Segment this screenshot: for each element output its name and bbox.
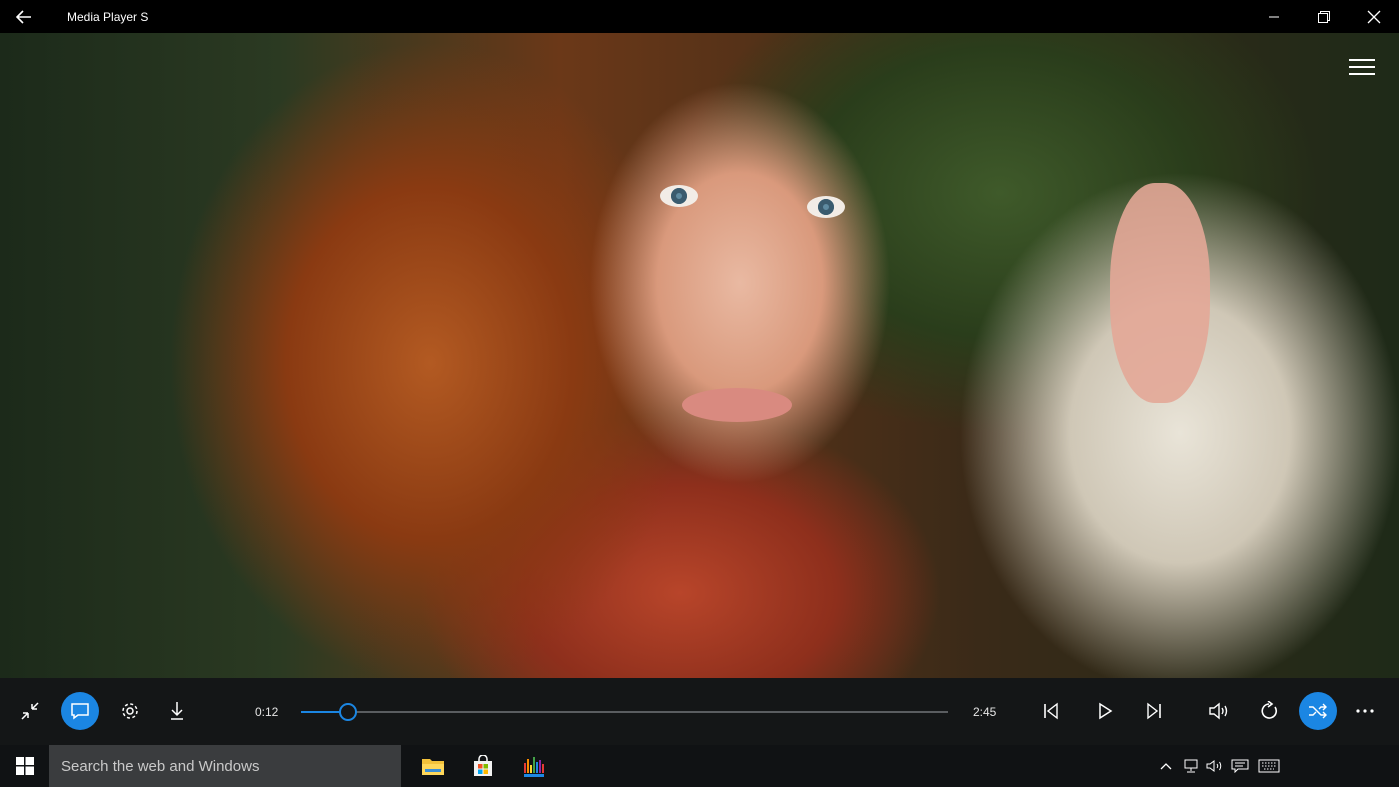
file-explorer-icon[interactable]	[409, 745, 457, 787]
window-title: Media Player S	[67, 9, 149, 24]
skip-previous-icon[interactable]	[1032, 692, 1070, 730]
play-icon[interactable]	[1086, 692, 1124, 730]
chevron-up-icon[interactable]	[1155, 745, 1177, 787]
skip-next-icon[interactable]	[1135, 692, 1173, 730]
total-duration: 2:45	[973, 705, 997, 719]
video-detail-hand	[1110, 183, 1210, 403]
video-detail-lips	[682, 388, 792, 422]
window-controls	[1249, 0, 1399, 33]
more-options-icon[interactable]	[1346, 692, 1384, 730]
volume-icon[interactable]	[1200, 692, 1238, 730]
hamburger-menu-icon[interactable]	[1349, 59, 1375, 79]
seek-bar[interactable]	[301, 703, 948, 721]
speaker-icon[interactable]	[1204, 745, 1226, 787]
windows-start-icon[interactable]	[0, 745, 49, 787]
taskbar-search-box[interactable]: Search the web and Windows	[49, 745, 401, 787]
video-detail-left-eye	[660, 185, 698, 207]
video-detail-right-eye	[807, 196, 845, 218]
download-icon[interactable]	[158, 692, 196, 730]
elapsed-time: 0:12	[255, 705, 279, 719]
close-icon[interactable]	[1349, 0, 1399, 33]
player-controls: 0:12 2:45	[0, 678, 1399, 745]
subtitles-icon[interactable]	[61, 692, 99, 730]
action-center-icon[interactable]	[1229, 745, 1251, 787]
seek-thumb[interactable]	[339, 703, 358, 721]
video-frame[interactable]	[0, 33, 1399, 678]
exit-fullscreen-icon[interactable]	[11, 692, 49, 730]
restore-icon[interactable]	[1299, 0, 1349, 33]
back-arrow-icon[interactable]	[0, 0, 48, 33]
media-player-app-icon[interactable]	[511, 745, 559, 787]
title-bar: Media Player S	[0, 0, 1399, 33]
gear-icon[interactable]	[111, 692, 149, 730]
taskbar: Search the web and Windows	[0, 745, 1399, 787]
search-placeholder: Search the web and Windows	[61, 757, 260, 775]
store-icon[interactable]	[459, 745, 507, 787]
repeat-icon[interactable]	[1250, 692, 1288, 730]
keyboard-icon[interactable]	[1258, 745, 1280, 787]
network-icon[interactable]	[1180, 745, 1202, 787]
minimize-icon[interactable]	[1249, 0, 1299, 33]
shuffle-icon[interactable]	[1299, 692, 1337, 730]
